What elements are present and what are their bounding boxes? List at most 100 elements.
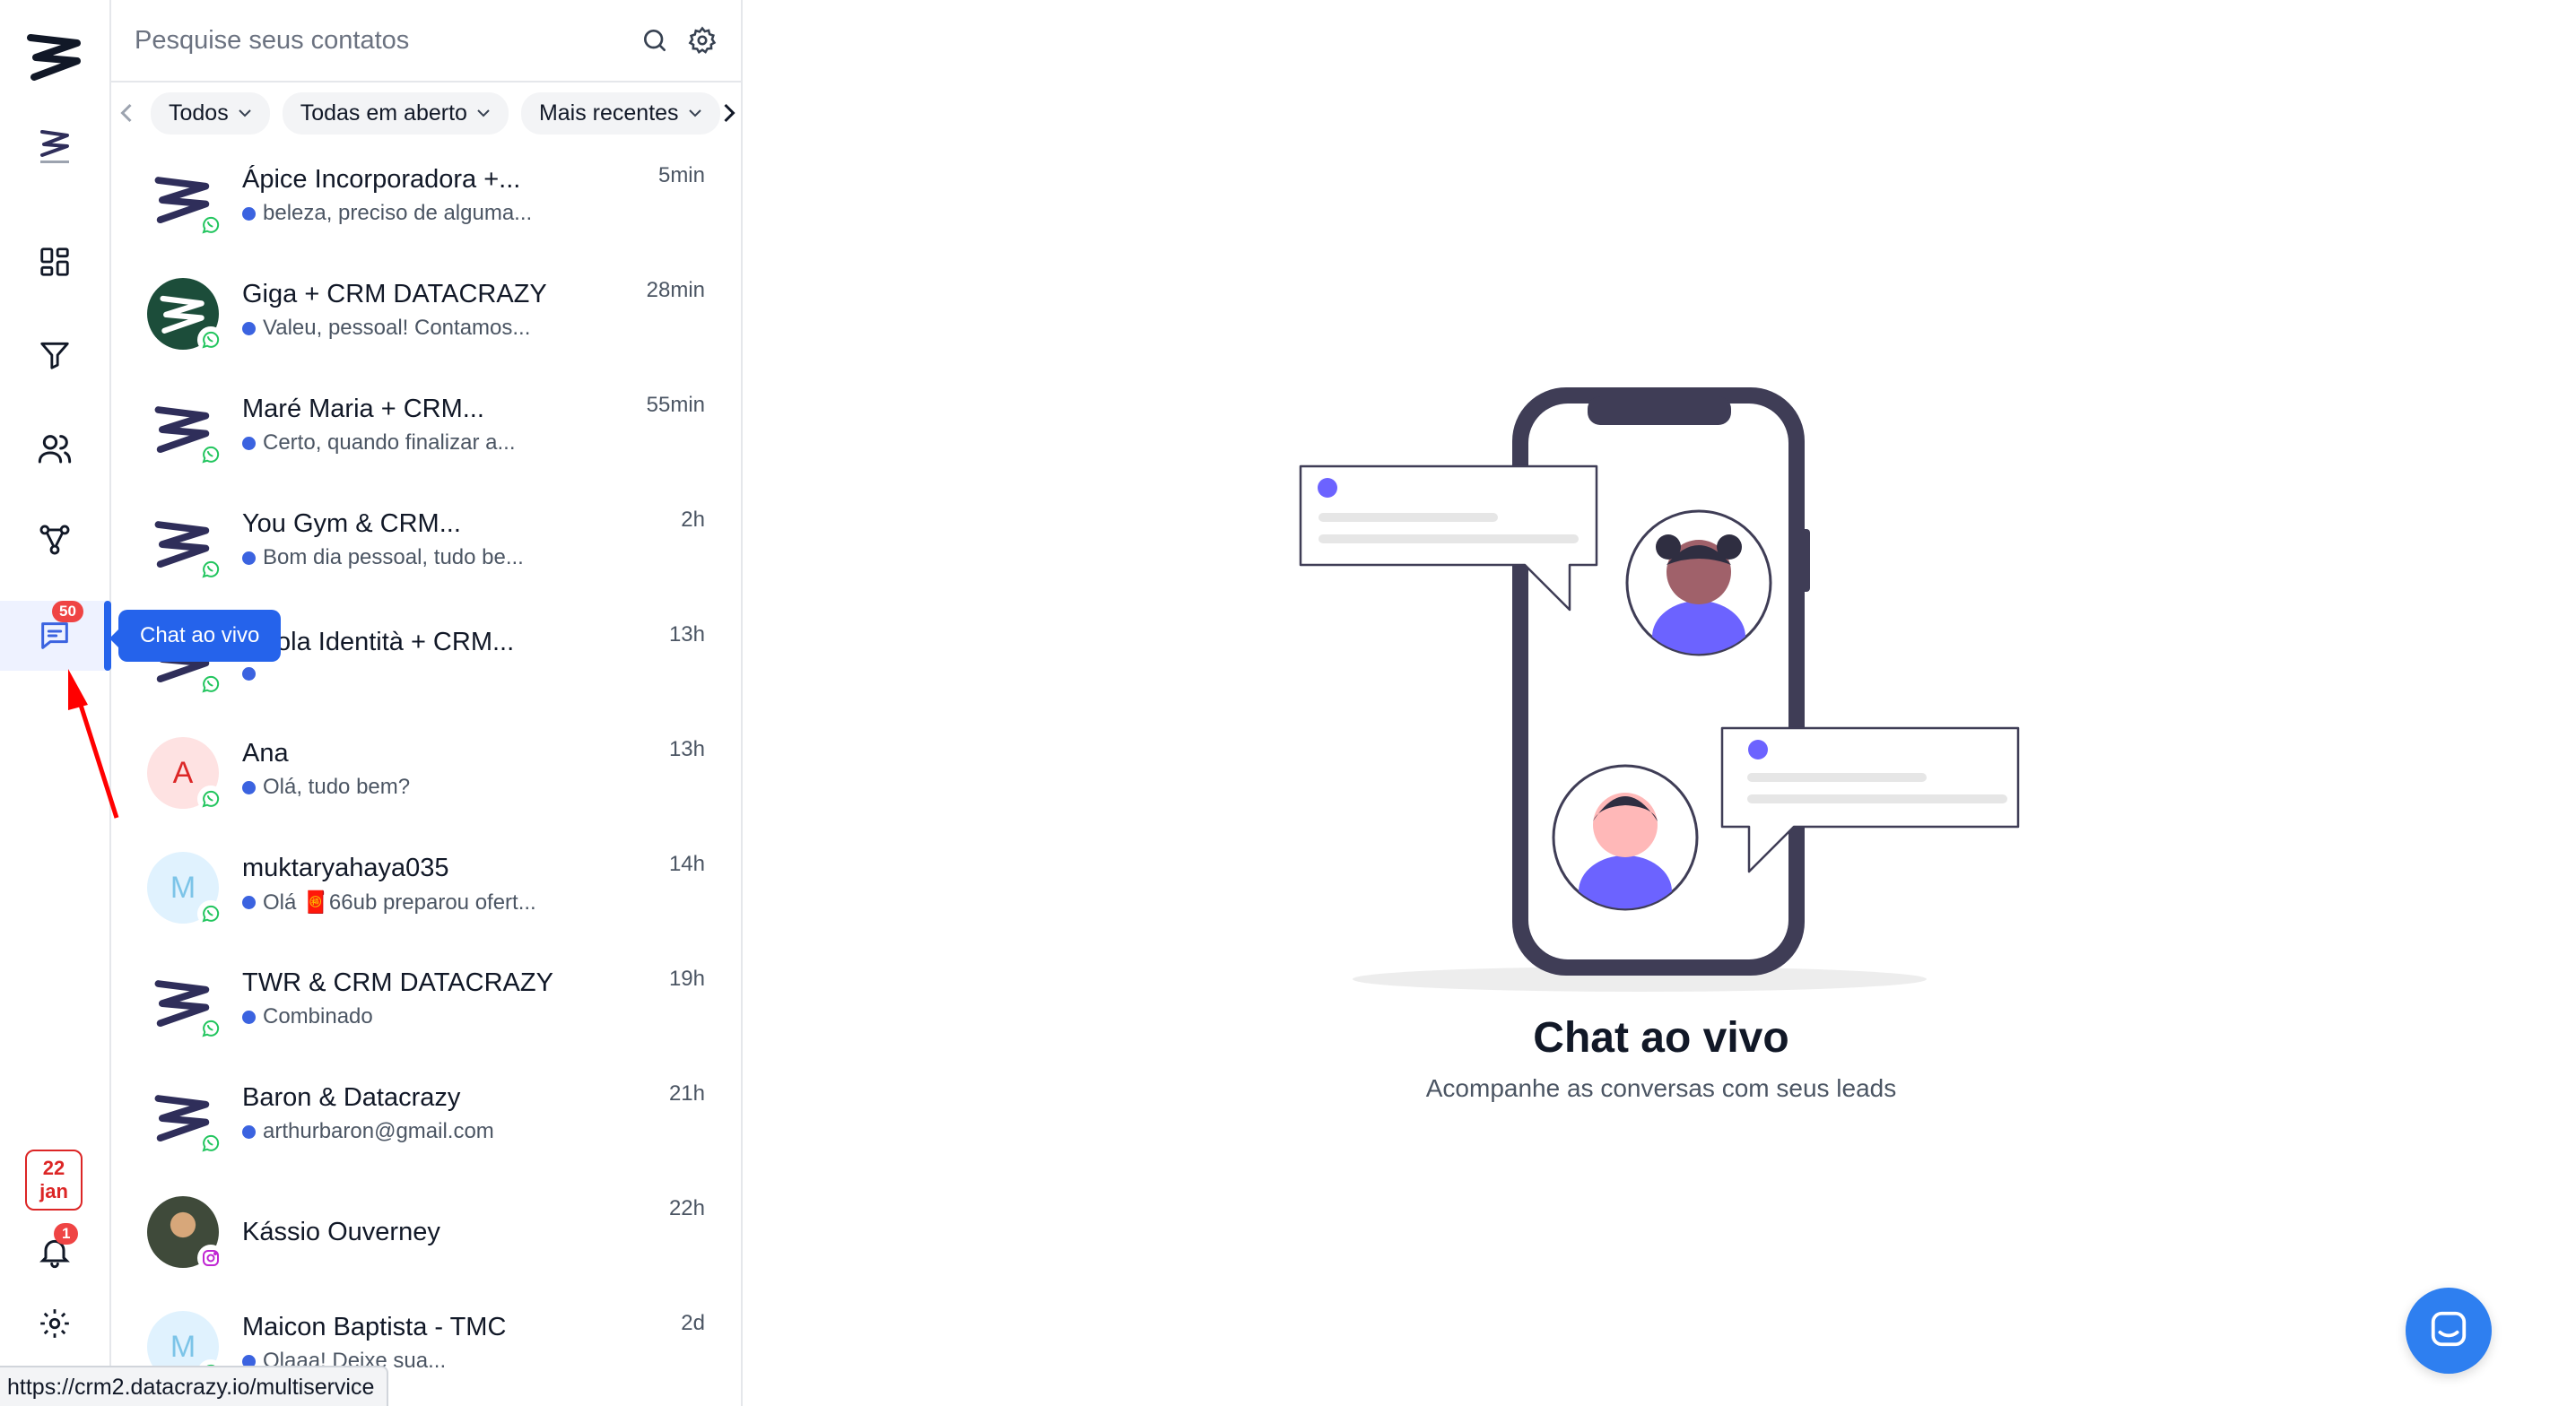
filter-status[interactable]: Todas em aberto (282, 91, 509, 135)
brand-logo-icon[interactable] (0, 25, 109, 88)
contact-time: 22h (668, 1196, 705, 1220)
date-widget[interactable]: 22 jan (25, 1150, 83, 1211)
filter-all[interactable]: Todos (151, 91, 270, 135)
chevron-right-icon[interactable] (718, 102, 741, 124)
contact-name: Giga + CRM DATACRAZY (242, 280, 547, 308)
users-icon[interactable] (0, 425, 109, 472)
chevron-down-icon (477, 109, 490, 117)
contact-row[interactable]: You Gym & CRM... Bom dia pessoal, tudo b… (111, 488, 741, 603)
contact-row[interactable]: Giga + CRM DATACRAZY Valeu, pessoal! Con… (111, 258, 741, 373)
whatsapp-icon (197, 1015, 224, 1042)
avatar (147, 967, 224, 1042)
contact-preview: Certo, quando finalizar a... (242, 430, 516, 456)
search-bar (111, 0, 741, 82)
contact-name: Ápice Incorporadora +... (242, 165, 521, 194)
contact-time: 28min (646, 278, 705, 302)
notifications-badge: 1 (54, 1223, 79, 1245)
contact-preview: Bom dia pessoal, tudo be... (242, 545, 524, 570)
contact-name: muktaryahaya035 (242, 854, 449, 882)
contacts-panel: Todos Todas em aberto Mais recentes Ápic… (111, 0, 743, 1406)
contact-preview-text: Combinado (263, 1004, 373, 1028)
whatsapp-icon (197, 212, 224, 239)
contact-preview: Combinado (242, 1004, 373, 1029)
contact-preview-text: Olá, tudo bem? (263, 775, 411, 799)
unread-dot (242, 667, 256, 681)
chevron-left-icon[interactable] (115, 102, 138, 124)
avatar (147, 163, 224, 239)
contact-time: 2d (681, 1311, 705, 1335)
avatar (147, 508, 224, 583)
contact-preview: Valeu, pessoal! Contamos... (242, 316, 530, 341)
contact-preview-text: arthurbaron@gmail.com (263, 1119, 494, 1143)
date-month: jan (39, 1180, 68, 1202)
avatar-initial: M (170, 870, 196, 905)
whatsapp-icon (197, 671, 224, 698)
contact-row[interactable]: Ápice Incorporadora +... beleza, preciso… (111, 143, 741, 258)
support-chat-button[interactable] (2406, 1288, 2492, 1374)
contact-preview-text: Valeu, pessoal! Contamos... (263, 316, 531, 340)
sidebar: 50 22 jan 1 (0, 0, 111, 1406)
filter-sort[interactable]: Mais recentes (520, 91, 720, 135)
date-day: 22 (42, 1157, 65, 1179)
contact-name: You Gym & CRM... (242, 509, 461, 538)
instagram-icon (197, 1245, 224, 1271)
gear-icon[interactable] (0, 1300, 109, 1347)
whatsapp-icon (197, 1130, 224, 1157)
funnel-icon[interactable] (0, 332, 109, 378)
settings-icon[interactable] (687, 25, 718, 56)
contact-row[interactable]: Kássio Ouverney 22h (111, 1176, 741, 1291)
flow-icon[interactable] (0, 516, 109, 563)
contact-time: 13h (668, 622, 705, 647)
contact-time: 5min (657, 163, 705, 187)
unread-dot (242, 551, 256, 565)
search-input[interactable] (135, 25, 622, 56)
contact-row[interactable]: TWR & CRM DATACRAZY Combinado 19h (111, 947, 741, 1062)
unread-dot (242, 1010, 256, 1024)
unread-dot (242, 321, 256, 335)
whatsapp-icon (197, 785, 224, 812)
contact-row[interactable]: Baron & Datacrazy arthurbaron@gmail.com … (111, 1062, 741, 1176)
avatar (147, 393, 224, 468)
contact-name: TWR & CRM DATACRAZY (242, 968, 553, 997)
whatsapp-icon (197, 326, 224, 353)
chat-illustration (1299, 387, 2020, 992)
search-icon[interactable] (640, 26, 669, 55)
contact-preview-text: Olá 🧧66ub preparou ofert... (263, 890, 536, 915)
avatar-initial: A (172, 755, 194, 790)
contact-preview: Olá, tudo bem? (242, 775, 410, 800)
avatar (147, 1081, 224, 1157)
contact-preview-text: beleza, preciso de alguma... (263, 201, 533, 225)
chevron-down-icon (688, 109, 701, 117)
contact-name: Maicon Baptista - TMC (242, 1313, 507, 1341)
chat-unread-badge: 50 (52, 601, 83, 622)
dashboard-icon[interactable] (0, 239, 109, 285)
unread-dot (242, 436, 256, 450)
filter-bar: Todos Todas em aberto Mais recentes (111, 82, 741, 143)
contact-row[interactable]: A Ana Olá, tudo bem? 13h (111, 717, 741, 832)
status-bar-url: https://crm2.datacrazy.io/multiservice (0, 1366, 389, 1406)
company-logo-icon[interactable] (0, 126, 109, 170)
unread-dot (242, 206, 256, 221)
contact-row[interactable]: M muktaryahaya035 Olá 🧧66ub preparou ofe… (111, 832, 741, 947)
avatar-initial: M (170, 1329, 196, 1364)
filter-all-label: Todos (169, 100, 229, 126)
filter-status-label: Todas em aberto (300, 100, 467, 126)
chevron-down-icon (239, 109, 251, 117)
contact-preview: beleza, preciso de alguma... (242, 201, 532, 226)
contact-row[interactable]: Maré Maria + CRM... Certo, quando finali… (111, 373, 741, 488)
contact-name: ola Identità + CRM... (276, 628, 515, 656)
unread-dot (242, 896, 256, 909)
contact-preview (242, 667, 263, 681)
whatsapp-icon (197, 900, 224, 927)
contact-list: Ápice Incorporadora +... beleza, preciso… (111, 143, 741, 1406)
contact-name: Ana (242, 739, 289, 768)
contact-preview: Olá 🧧66ub preparou ofert... (242, 890, 536, 916)
contact-preview-text: Bom dia pessoal, tudo be... (263, 545, 524, 569)
messenger-icon (2428, 1308, 2469, 1354)
contact-time: 14h (668, 852, 705, 876)
sidebar-tooltip: Chat ao vivo (109, 610, 282, 662)
avatar: A (147, 737, 224, 812)
contact-time: 21h (668, 1081, 705, 1106)
avatar (147, 1196, 224, 1271)
contact-name: Maré Maria + CRM... (242, 395, 484, 423)
